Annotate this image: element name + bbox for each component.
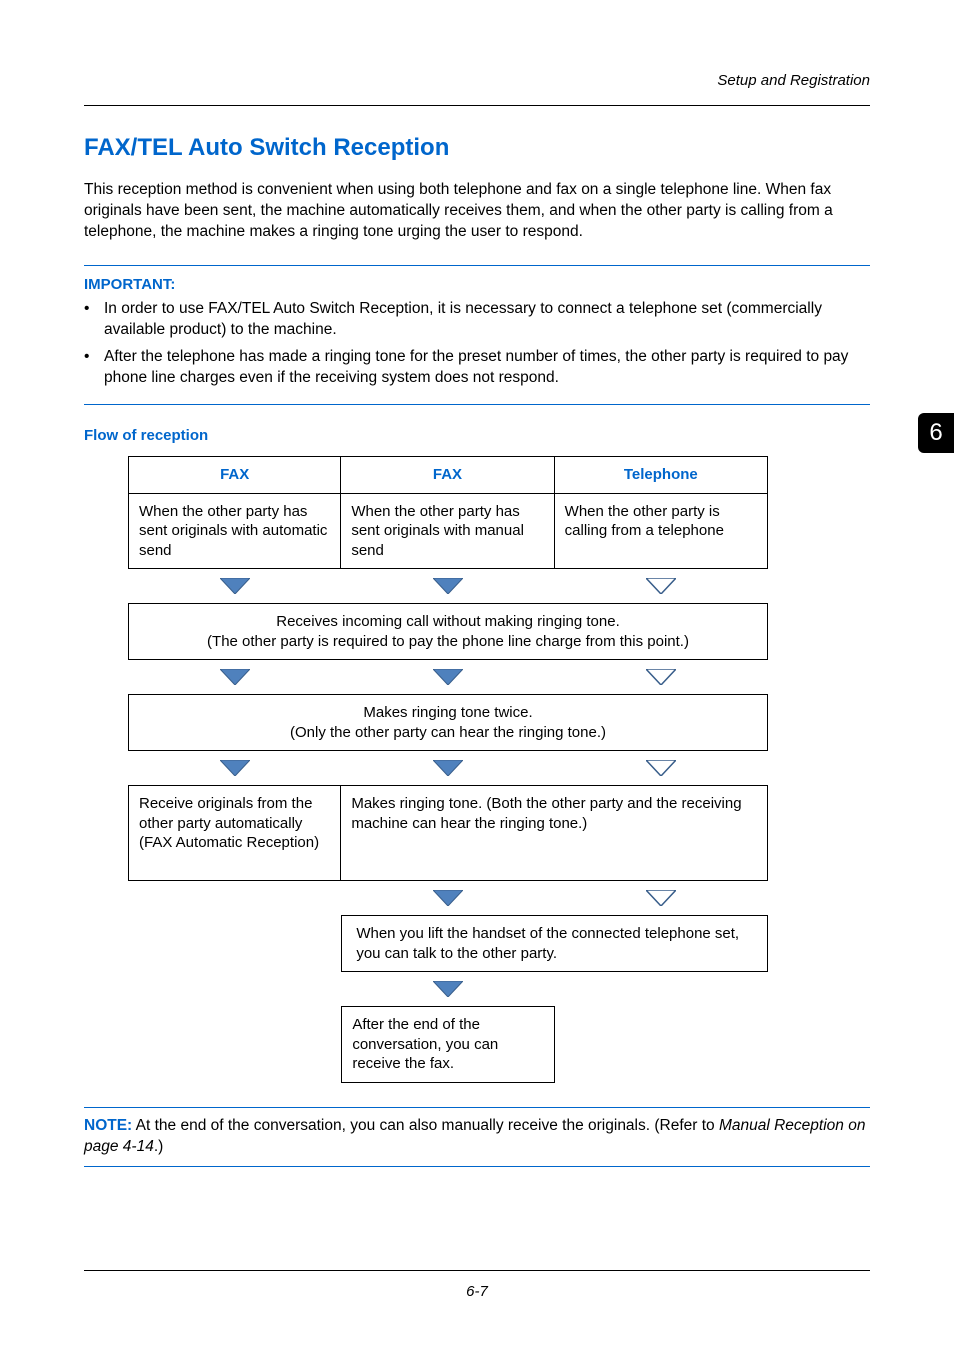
flow-cell-span23: Makes ringing tone. (Both the other part… (341, 785, 768, 881)
arrow-down-solid-icon (433, 981, 463, 997)
flow-row-receive: Receives incoming call without making ri… (128, 603, 768, 660)
arrow-down-solid-icon (433, 890, 463, 906)
flow-row-handset: When you lift the handset of the connect… (341, 915, 768, 972)
note-block: NOTE: At the end of the conversation, yo… (84, 1107, 870, 1167)
arrow-down-solid-icon (433, 669, 463, 685)
note-text-after: .) (154, 1138, 163, 1155)
bullet-dot: • (84, 299, 104, 341)
arrow-down-solid-icon (433, 760, 463, 776)
important-label: IMPORTANT: (84, 276, 870, 293)
flow-row-after: After the end of the conversation, you c… (341, 1006, 768, 1083)
flow-cell-span23: When you lift the handset of the connect… (341, 915, 768, 972)
flow-heading: Flow of reception (84, 427, 870, 444)
intro-paragraph: This reception method is convenient when… (84, 180, 870, 243)
header-section: Setup and Registration (84, 72, 870, 93)
arrow-row (341, 972, 768, 1006)
page-number: 6-7 (84, 1270, 870, 1300)
arrow-down-solid-icon (220, 578, 250, 594)
flow-diagram: FAX FAX Telephone When the other party h… (128, 456, 768, 1083)
arrow-down-outline-icon (646, 669, 676, 685)
arrow-down-solid-icon (220, 669, 250, 685)
arrow-down-outline-icon (646, 760, 676, 776)
flow-cell: Receive originals from the other party a… (128, 785, 341, 881)
arrow-down-solid-icon (433, 578, 463, 594)
flow-row-ring-twice: Makes ringing tone twice. (Only the othe… (128, 694, 768, 751)
flow-header-row: FAX FAX Telephone (128, 456, 768, 493)
bullet-item: • In order to use FAX/TEL Auto Switch Re… (84, 299, 870, 341)
arrow-row (128, 660, 768, 694)
bullet-item: • After the telephone has made a ringing… (84, 347, 870, 389)
header-rule (84, 105, 870, 106)
note-text: At the end of the conversation, you can … (132, 1117, 719, 1134)
chapter-tab: 6 (918, 413, 954, 453)
flow-cell: When the other party has sent originals … (341, 493, 554, 570)
flow-row-3: Receive originals from the other party a… (128, 785, 768, 881)
important-block: IMPORTANT: • In order to use FAX/TEL Aut… (84, 265, 870, 406)
flow-cell: After the end of the conversation, you c… (341, 1006, 554, 1083)
bullet-text: In order to use FAX/TEL Auto Switch Rece… (104, 299, 870, 341)
arrow-row (128, 751, 768, 785)
note-label: NOTE: (84, 1117, 132, 1134)
arrow-row (128, 569, 768, 603)
flow-header-fax1: FAX (128, 456, 341, 493)
arrow-down-outline-icon (646, 890, 676, 906)
flow-cell: When the other party is calling from a t… (555, 493, 768, 570)
flow-cell: When the other party has sent originals … (128, 493, 341, 570)
flow-cell-span: Receives incoming call without making ri… (128, 603, 768, 660)
flow-header-fax2: FAX (341, 456, 554, 493)
flow-row-1: When the other party has sent originals … (128, 493, 768, 570)
bullet-text: After the telephone has made a ringing t… (104, 347, 870, 389)
page-title: FAX/TEL Auto Switch Reception (84, 134, 870, 162)
arrow-row (341, 881, 768, 915)
flow-header-tel: Telephone (555, 456, 768, 493)
arrow-down-solid-icon (220, 760, 250, 776)
arrow-down-outline-icon (646, 578, 676, 594)
flow-cell-span: Makes ringing tone twice. (Only the othe… (128, 694, 768, 751)
bullet-dot: • (84, 347, 104, 389)
